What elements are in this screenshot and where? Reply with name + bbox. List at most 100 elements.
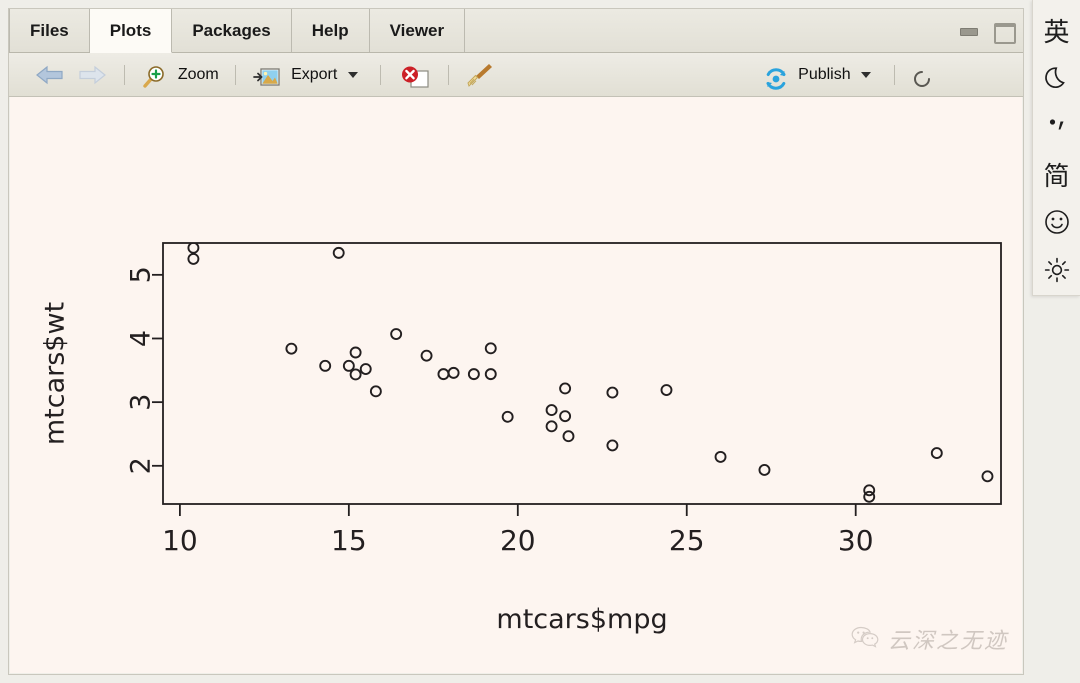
plot-box xyxy=(162,242,1002,505)
forward-button[interactable] xyxy=(73,53,111,97)
scatter-plot: 2 3 4 5 10 15 20 25 30 mtcars$mpg mtcars$wt xyxy=(40,242,1002,635)
data-point xyxy=(349,368,362,381)
arrow-left-icon xyxy=(35,64,65,86)
x-axis-label: mtcars$mpg xyxy=(496,604,667,635)
watermark: 云深之无迹 xyxy=(851,623,1008,655)
back-button[interactable] xyxy=(31,53,69,97)
refresh-button[interactable] xyxy=(907,53,937,97)
pane-tabbar: Files Plots Packages Help Viewer xyxy=(9,9,1023,53)
data-point xyxy=(332,246,345,259)
y-tick-label: 5 xyxy=(126,266,157,283)
x-tick-label: 15 xyxy=(331,524,367,557)
data-point xyxy=(606,386,619,399)
chevron-down-icon[interactable] xyxy=(347,71,358,78)
data-point xyxy=(285,342,298,355)
y-tick-label: 2 xyxy=(126,457,157,474)
data-point xyxy=(319,359,332,372)
data-point xyxy=(420,349,433,362)
data-point xyxy=(369,385,382,398)
window-controls xyxy=(951,21,1017,44)
data-point xyxy=(484,368,497,381)
data-points xyxy=(187,243,994,503)
export-label: Export xyxy=(291,66,338,83)
data-point xyxy=(930,447,943,460)
refresh-icon xyxy=(911,64,933,87)
data-point xyxy=(559,382,572,395)
data-point xyxy=(981,470,994,483)
remove-plot-button[interactable] xyxy=(394,53,436,97)
data-point xyxy=(714,450,727,463)
data-point xyxy=(349,346,362,359)
data-point xyxy=(484,342,497,355)
toolbar-separator xyxy=(380,65,382,85)
ime-smiley-icon[interactable] xyxy=(1033,198,1080,246)
toolbar-right-group: Publish xyxy=(760,53,937,97)
toolbar-left-group: Zoom Export xyxy=(31,53,498,97)
y-tick-label: 4 xyxy=(126,330,157,347)
zoom-button[interactable]: Zoom xyxy=(137,53,222,97)
data-point xyxy=(545,404,558,417)
tab-packages-label: Packages xyxy=(192,21,271,40)
export-image-icon xyxy=(252,63,281,87)
x-tick-label: 25 xyxy=(669,524,705,557)
toolbar-separator xyxy=(448,65,450,85)
data-point xyxy=(606,439,619,452)
y-axis-label: mtcars$wt xyxy=(40,302,71,445)
toolbar-separator xyxy=(235,65,237,85)
arrow-right-icon xyxy=(77,64,107,86)
x-tick-label: 30 xyxy=(838,524,874,557)
data-point xyxy=(660,384,673,397)
plots-pane: Files Plots Packages Help Viewer Zoom Ex… xyxy=(8,8,1024,675)
tab-help[interactable]: Help xyxy=(292,9,370,52)
toolbar-separator xyxy=(893,65,895,85)
ime-moon-icon[interactable] xyxy=(1033,54,1080,102)
zoom-label: Zoom xyxy=(177,66,219,83)
tab-plots-label: Plots xyxy=(109,21,152,40)
y-tick-label: 3 xyxy=(126,394,157,411)
data-point xyxy=(187,252,200,265)
data-point xyxy=(342,359,355,372)
data-point xyxy=(559,410,572,423)
publish-label: Publish xyxy=(798,66,851,83)
maximize-pane-icon[interactable] xyxy=(991,21,1017,44)
tab-help-label: Help xyxy=(311,21,349,40)
chevron-down-icon[interactable] xyxy=(861,71,872,78)
x-tick-label: 20 xyxy=(500,524,536,557)
clear-all-plots-button[interactable] xyxy=(462,53,498,97)
data-point xyxy=(562,430,575,443)
data-point xyxy=(863,490,876,503)
data-point xyxy=(390,328,403,340)
plots-toolbar: Zoom Export Publish xyxy=(9,53,1023,97)
ime-gear-icon[interactable] xyxy=(1033,246,1080,294)
watermark-text: 云深之无迹 xyxy=(887,628,1008,653)
data-point xyxy=(447,366,460,379)
data-point xyxy=(501,410,514,423)
tab-plots[interactable]: Plots xyxy=(89,9,173,53)
plot-canvas[interactable]: 2 3 4 5 10 15 20 25 30 mtcars$mpg mtcars$wt 云深之无迹 xyxy=(10,97,1022,673)
ime-punctuation-icon[interactable] xyxy=(1033,102,1080,150)
data-point xyxy=(437,368,450,381)
data-point xyxy=(359,363,372,375)
tab-files[interactable]: Files xyxy=(9,9,90,52)
export-button[interactable]: Export xyxy=(249,53,368,97)
ime-script-mode[interactable]: 简 xyxy=(1033,150,1080,198)
tab-viewer[interactable]: Viewer xyxy=(370,9,466,52)
data-point xyxy=(187,243,200,254)
tab-viewer-label: Viewer xyxy=(389,21,445,40)
publish-button[interactable]: Publish xyxy=(760,53,881,97)
data-point xyxy=(758,463,771,476)
minimize-pane-icon[interactable] xyxy=(956,21,982,41)
ime-toolbar: 英 简 xyxy=(1032,0,1080,296)
zoom-magnifier-icon xyxy=(141,63,167,88)
x-tick-label: 10 xyxy=(162,524,198,557)
data-point xyxy=(467,368,480,381)
toolbar-separator xyxy=(123,65,125,85)
wechat-icon xyxy=(851,625,881,654)
delete-x-icon xyxy=(398,63,432,88)
tab-files-label: Files xyxy=(30,21,69,40)
publish-icon xyxy=(764,64,788,90)
broom-icon xyxy=(466,62,494,88)
tab-packages[interactable]: Packages xyxy=(172,9,292,52)
data-point xyxy=(545,420,558,433)
ime-language-mode[interactable]: 英 xyxy=(1033,6,1080,54)
